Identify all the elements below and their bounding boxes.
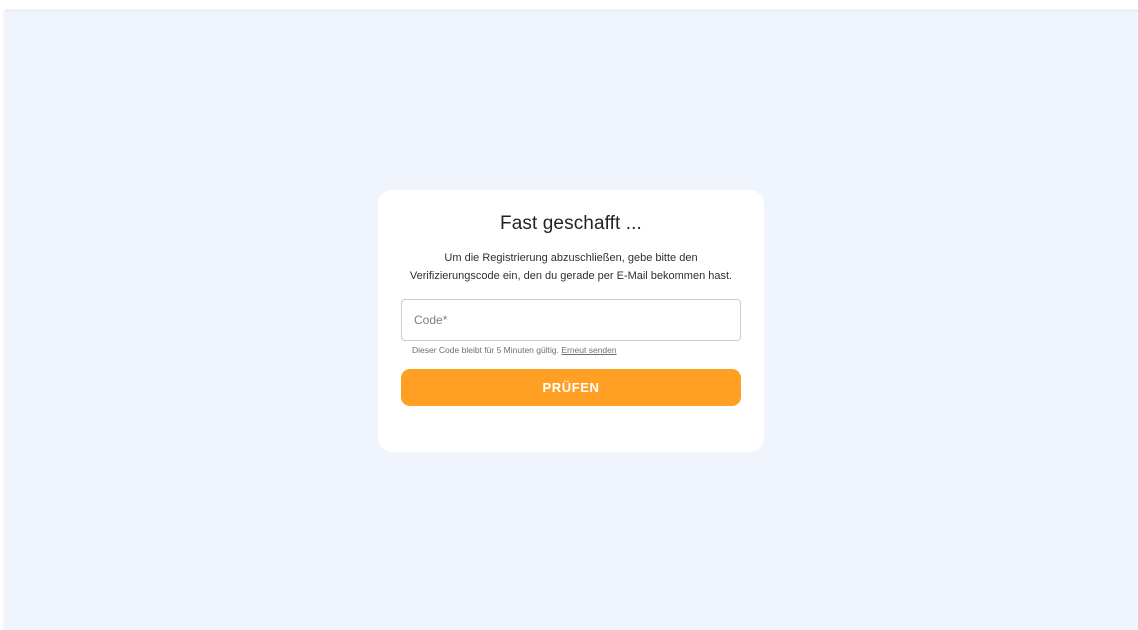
code-input[interactable] (412, 312, 730, 328)
verification-card: Fast geschafft ... Um die Registrierung … (378, 190, 764, 452)
code-helper: Dieser Code bleibt für 5 Minuten gültig.… (401, 345, 741, 355)
resend-code-link[interactable]: Erneut senden (561, 345, 616, 355)
top-edge (5, 10, 1138, 12)
page-title: Fast geschafft ... (500, 213, 642, 234)
verify-button[interactable]: PRÜFEN (401, 369, 741, 406)
page-background: Fast geschafft ... Um die Registrierung … (5, 10, 1138, 630)
instruction-text: Um die Registrierung abzuschließen, gebe… (409, 252, 733, 282)
code-field[interactable] (401, 299, 741, 341)
code-validity-text: Dieser Code bleibt für 5 Minuten gültig. (412, 345, 562, 355)
